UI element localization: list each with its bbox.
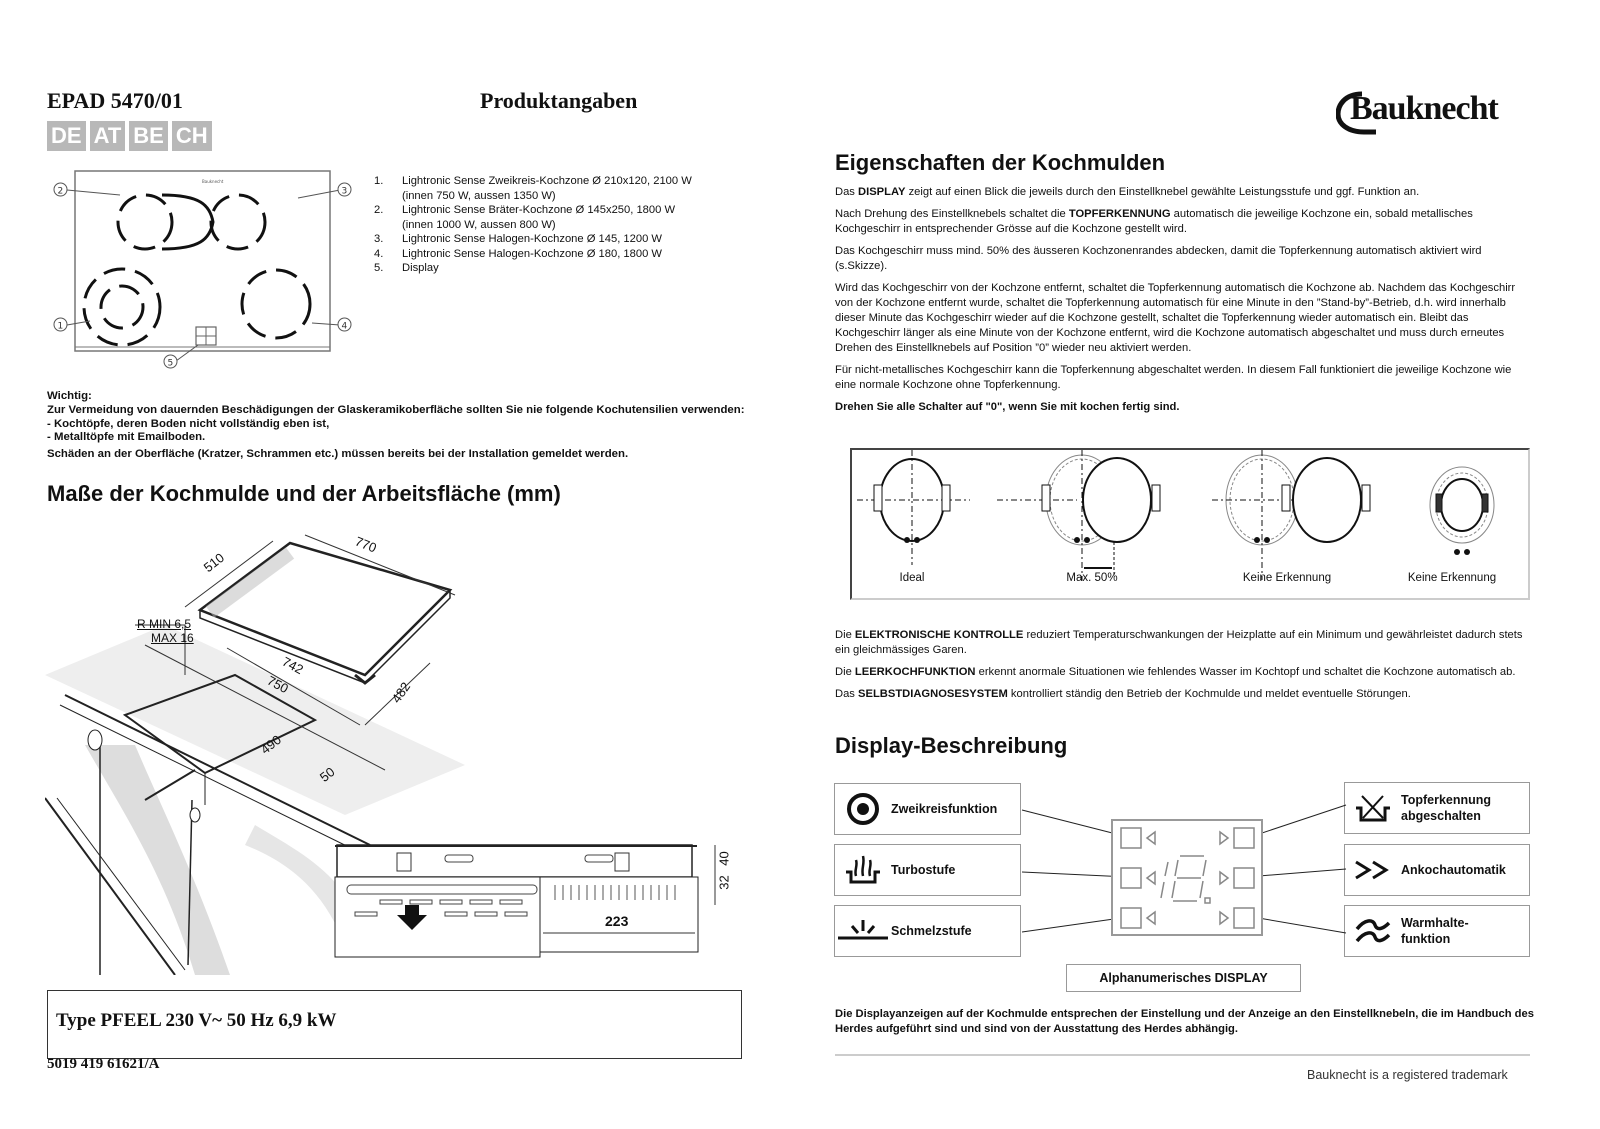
function-label: Schmelzstufe: [891, 924, 972, 938]
control-paragraph: Das SELBSTDIAGNOSESYSTEM kontrolliert st…: [835, 688, 1411, 700]
feature-item: 3. Lightronic Sense Halogen-Kochzone Ø 14…: [374, 233, 662, 245]
warning-note: Schäden an der Oberfläche (Kratzer, Schr…: [47, 448, 629, 461]
section-title: Produktangaben: [480, 88, 638, 113]
language-badges: DE AT BE CH: [47, 121, 212, 151]
turbo-icon: [835, 852, 891, 888]
feature-item: 4. Lightronic Sense Halogen-Kochzone Ø 18…: [374, 247, 662, 260]
callout-5: 5: [163, 354, 178, 373]
function-label: Ankochautomatik: [1401, 863, 1506, 877]
callout-2: 2: [53, 182, 68, 201]
properties-title: Eigenschaften der Kochmulden: [835, 150, 1166, 175]
function-label: Turbostufe: [891, 863, 956, 877]
alphanumeric-display-label: Alphanumerisches DISPLAY: [1066, 964, 1301, 992]
type-plate: Type PFEEL 230 V~ 50 Hz 6,9 kW: [56, 1010, 337, 1031]
function-label: Warmhalte-funktion: [1401, 916, 1469, 946]
svg-text:5: 5: [168, 359, 174, 369]
dual-circuit-icon: [835, 791, 891, 827]
callout-1: 1: [53, 317, 68, 336]
display-function-box: Turbostufe: [834, 844, 1021, 896]
hob-layout-diagram: Bauknecht 2 3 1 4 5: [50, 165, 360, 370]
installation-diagram: 510 770 R MIN 6,5 MAX 16 742 750 482 490…: [44, 515, 750, 976]
function-label: Zweikreisfunktion: [891, 802, 998, 816]
model-number: EPAD 5470/01: [47, 88, 183, 113]
warning-title: Wichtig:: [47, 390, 92, 402]
dim-label-box-width: 223: [605, 913, 629, 929]
brand-name: Bauknecht: [1350, 90, 1499, 127]
brand-logo: Bauknecht: [1335, 88, 1536, 136]
footer-divider: [835, 1054, 1530, 1056]
warning-text: Zur Vermeidung von dauernden Beschädigun…: [47, 403, 745, 416]
keep-warm-icon: [1345, 915, 1401, 947]
feature-item: 2. Lightronic Sense Bräter-Kochzone Ø 145…: [374, 204, 676, 231]
display-function-box: Warmhalte-funktion: [1344, 905, 1530, 957]
warning-item: - Kochtöpfe, deren Boden nicht vollständ…: [47, 417, 330, 430]
feature-item: 5. Display: [374, 262, 439, 274]
display-panel-diagram: [1021, 804, 1347, 936]
display-function-box: Ankochautomatik: [1344, 844, 1530, 896]
warning-block: Wichtig: Zur Vermeidung von dauernden Be…: [47, 390, 747, 462]
part-number: 5019 419 61621/A: [47, 1056, 160, 1072]
lang-badge: DE: [47, 121, 86, 151]
lang-badge: BE: [129, 121, 168, 151]
pot-caption: Max. 50%: [1066, 572, 1118, 584]
display-function-box: Schmelzstufe: [834, 905, 1021, 957]
function-label: Topferkennung abgeschalten: [1401, 793, 1492, 823]
display-function-box: Topferkennung abgeschalten: [1344, 782, 1530, 834]
pot-caption: Keine Erkennung: [1242, 572, 1332, 584]
pot-detection-diagram: Ideal Max. 50% Keine Erkennung Keine Erk…: [850, 448, 1530, 600]
control-paragraph: Die ELEKTRONISCHE KONTROLLE reduziert Te…: [835, 629, 1523, 656]
dim-label-height-a: 40: [716, 851, 732, 866]
dim-label-rmax: MAX 16: [151, 631, 194, 645]
auto-boil-icon: [1345, 858, 1401, 882]
properties-text: Das DISPLAY zeigt auf einen Blick die je…: [835, 185, 1535, 422]
svg-text:4: 4: [342, 322, 348, 332]
melt-icon: [835, 916, 891, 946]
feature-item: 1. Lightronic Sense Zweikreis-Kochzone Ø …: [374, 175, 692, 202]
svg-text:3: 3: [342, 187, 348, 197]
warning-item: - Metalltöpfe mit Emailboden.: [47, 431, 206, 444]
property-paragraph: Nach Drehung des Einstellknebels schalte…: [835, 208, 1473, 235]
type-plate-box: Type PFEEL 230 V~ 50 Hz 6,9 kW: [47, 990, 742, 1059]
svg-text:Bauknecht: Bauknecht: [202, 179, 224, 184]
dim-label-height-b: 32: [716, 875, 732, 890]
callout-3: 3: [337, 182, 352, 201]
control-paragraph: Die LEERKOCHFUNKTION erkennt anormale Si…: [835, 666, 1516, 678]
property-paragraph: Das DISPLAY zeigt auf einen Blick die je…: [835, 186, 1420, 198]
display-function-box: Zweikreisfunktion: [834, 783, 1021, 835]
lang-badge: AT: [89, 121, 126, 151]
pot-caption: Ideal: [899, 572, 925, 584]
display-description-title: Display-Beschreibung: [835, 733, 1068, 758]
callout-4: 4: [337, 317, 352, 336]
pot-detection-off-icon: [1345, 790, 1401, 826]
controls-text: Die ELEKTRONISCHE KONTROLLE reduziert Te…: [835, 628, 1535, 709]
lang-badge: CH: [171, 121, 212, 151]
dimensions-title: Maße der Kochmulde und der Arbeitsfläche…: [47, 481, 561, 506]
svg-text:2: 2: [58, 187, 64, 197]
display-note: Die Displayanzeigen auf der Kochmulde en…: [835, 1008, 1534, 1035]
dim-label-rmin: R MIN 6,5: [137, 617, 192, 631]
property-paragraph: Wird das Kochgeschirr von der Kochzone e…: [835, 282, 1516, 354]
pot-caption: Keine Erkennung: [1407, 572, 1497, 584]
property-paragraph: Für nicht-metallisches Kochgeschirr kann…: [835, 364, 1512, 391]
feature-list: 1. Lightronic Sense Zweikreis-Kochzone Ø …: [374, 174, 734, 276]
property-instruction: Drehen Sie alle Schalter auf "0", wenn S…: [835, 401, 1180, 413]
trademark-note: Bauknecht is a registered trademark: [1307, 1068, 1508, 1082]
svg-text:1: 1: [58, 322, 64, 332]
property-paragraph: Das Kochgeschirr muss mind. 50% des äuss…: [835, 245, 1482, 272]
